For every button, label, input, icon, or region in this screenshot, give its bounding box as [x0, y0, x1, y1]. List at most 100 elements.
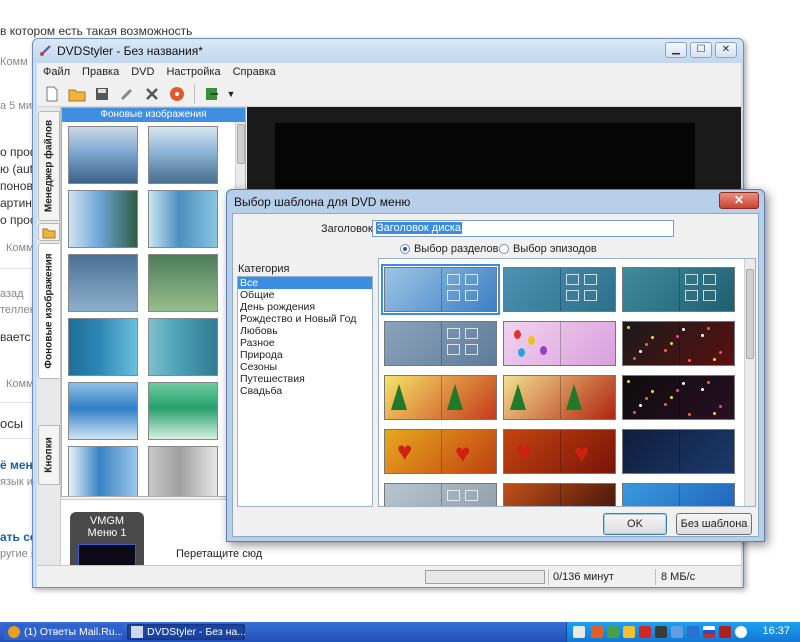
- category-item[interactable]: Свадьба: [238, 385, 372, 397]
- folder-icon[interactable]: [38, 223, 60, 241]
- tray-warning-icon[interactable]: [639, 626, 651, 638]
- menu-dvd[interactable]: DVD: [131, 66, 154, 78]
- radio-episodes-label[interactable]: Выбор эпизодов: [513, 243, 597, 255]
- tray-monitor-icon[interactable]: [655, 626, 667, 638]
- taskbar-item-dvdstyler[interactable]: DVDStyler - Без на...: [127, 624, 245, 640]
- category-item[interactable]: Сезоны: [238, 361, 372, 373]
- template-blue-swirl[interactable]: [381, 264, 500, 315]
- tools-icon[interactable]: [141, 83, 163, 105]
- tray-volume-icon[interactable]: [671, 626, 683, 638]
- template-dialog: Выбор шаблона для DVD меню ✕ Заголовок: …: [226, 189, 765, 542]
- dialog-body: Заголовок: Заголовок диска Выбор раздело…: [232, 213, 759, 537]
- bg-section-title: осы: [0, 416, 24, 431]
- bg-text-line: теллек: [0, 304, 35, 316]
- category-item[interactable]: День рождения: [238, 301, 372, 313]
- bg-comment-link[interactable]: Комм: [6, 242, 34, 254]
- window-title: DVDStyler - Без названия*: [57, 44, 203, 58]
- template-grey-circles[interactable]: [384, 483, 497, 506]
- category-item[interactable]: Общие: [238, 289, 372, 301]
- tray-app-icon[interactable]: [591, 626, 603, 638]
- language-ru-icon[interactable]: [703, 626, 715, 638]
- category-item[interactable]: Природа: [238, 349, 372, 361]
- bg-text-line: ваетс: [0, 330, 31, 344]
- category-item[interactable]: Любовь: [238, 325, 372, 337]
- tab-file-manager[interactable]: Менеджер файлов: [38, 111, 60, 221]
- tray-update-icon[interactable]: [687, 626, 699, 638]
- menu-help[interactable]: Справка: [233, 66, 276, 78]
- background-thumb-teal-cloud[interactable]: [148, 318, 218, 376]
- template-dark-blue[interactable]: [622, 429, 735, 474]
- template-blue-bright[interactable]: [622, 483, 735, 506]
- template-cake-dark[interactable]: [622, 321, 735, 366]
- dialog-close-button[interactable]: ✕: [719, 192, 759, 209]
- tab-buttons[interactable]: Кнопки: [38, 425, 60, 485]
- bg-comment-link[interactable]: Комм: [0, 56, 28, 68]
- close-button[interactable]: ✕: [715, 42, 737, 58]
- template-orange-dark[interactable]: [503, 483, 616, 506]
- open-folder-icon[interactable]: [66, 83, 88, 105]
- export-icon[interactable]: [201, 83, 223, 105]
- bg-comment-link[interactable]: Комм: [6, 378, 34, 390]
- background-thumb-sky-blue[interactable]: [68, 446, 138, 496]
- ok-button[interactable]: OK: [603, 513, 667, 535]
- taskbar-item-browser[interactable]: (1) Ответы Mail.Ru...: [4, 624, 122, 640]
- background-thumb-green-frame[interactable]: [148, 382, 218, 440]
- category-item[interactable]: Рождество и Новый Год: [238, 313, 372, 325]
- background-thumb-teal-stripes[interactable]: [68, 318, 138, 376]
- menu-file[interactable]: Файл: [43, 66, 70, 78]
- bg-text-line: понов: [0, 179, 33, 193]
- menu-settings[interactable]: Настройка: [166, 66, 220, 78]
- bg-text-line: артин: [0, 196, 32, 210]
- template-pink-balloons[interactable]: [503, 321, 616, 366]
- radio-sections-label[interactable]: Выбор разделов: [414, 243, 498, 255]
- vmgm-menu-label: Меню 1: [87, 527, 127, 539]
- tray-antivirus-icon[interactable]: [719, 626, 731, 638]
- disc-title-input[interactable]: Заголовок диска: [372, 220, 674, 237]
- new-file-icon[interactable]: [41, 83, 63, 105]
- template-scrollbar[interactable]: [744, 259, 755, 506]
- template-fireworks[interactable]: [622, 375, 735, 420]
- tray-security-icon[interactable]: [623, 626, 635, 638]
- category-item[interactable]: Путешествия: [238, 373, 372, 385]
- template-grey-blue[interactable]: [384, 321, 497, 366]
- minimize-button[interactable]: ▁: [665, 42, 687, 58]
- window-titlebar[interactable]: DVDStyler - Без названия* ▁ ☐ ✕: [33, 39, 743, 63]
- tab-backgrounds[interactable]: Фоновые изображения: [38, 243, 60, 379]
- clock: 16:37: [762, 625, 790, 637]
- no-template-button[interactable]: Без шаблона: [676, 513, 752, 535]
- tray-speaker-icon[interactable]: [735, 626, 747, 638]
- save-icon[interactable]: [91, 83, 113, 105]
- tray-network-icon[interactable]: [607, 626, 619, 638]
- menu-edit[interactable]: Правка: [82, 66, 119, 78]
- burn-disc-icon[interactable]: [166, 83, 188, 105]
- dialog-title: Выбор шаблона для DVD меню: [234, 195, 411, 209]
- maximize-button[interactable]: ☐: [690, 42, 712, 58]
- radio-sections[interactable]: [400, 244, 410, 254]
- background-thumb-green-texture[interactable]: [148, 254, 218, 312]
- drag-hint: Перетащите сюд: [176, 548, 263, 560]
- dropdown-arrow-icon[interactable]: ▼: [226, 83, 236, 105]
- category-item[interactable]: Разное: [238, 337, 372, 349]
- tray-arrow-icon[interactable]: [573, 626, 585, 638]
- bg-text-line: ю (aut: [0, 162, 34, 176]
- template-xmas-yellow[interactable]: [384, 375, 497, 420]
- radio-episodes[interactable]: [499, 244, 509, 254]
- background-thumb-blue-gradient[interactable]: [148, 190, 218, 248]
- template-hearts-red[interactable]: ♥ ♥: [503, 429, 616, 474]
- disc-title-value: Заголовок диска: [376, 222, 463, 234]
- template-xmas-red[interactable]: [503, 375, 616, 420]
- title-label: Заголовок:: [321, 223, 376, 235]
- background-thumb-blue-frame[interactable]: [68, 382, 138, 440]
- category-item[interactable]: Все: [238, 277, 372, 289]
- background-thumb-green-lake[interactable]: [68, 190, 138, 248]
- background-thumb-grey-frame[interactable]: [148, 446, 218, 496]
- template-teal-boxes[interactable]: [503, 267, 616, 312]
- background-thumb-ship-harbor[interactable]: [148, 126, 218, 184]
- system-tray: 16:37: [566, 622, 800, 642]
- template-teal-dark[interactable]: [622, 267, 735, 312]
- disc-duration: 0/136 минут: [553, 571, 614, 583]
- background-thumb-blue-texture[interactable]: [68, 254, 138, 312]
- background-thumb-sea-coast[interactable]: [68, 126, 138, 184]
- template-hearts-gold[interactable]: ♥ ♥: [384, 429, 497, 474]
- settings-icon[interactable]: [116, 83, 138, 105]
